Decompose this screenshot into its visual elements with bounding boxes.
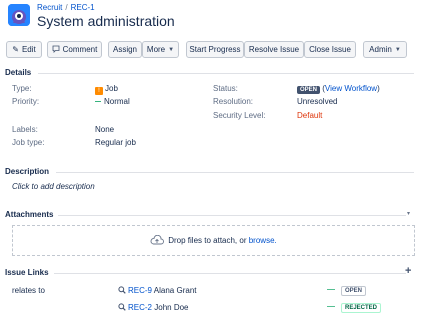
job-type-label: Job type: xyxy=(12,138,45,147)
type-value-text: Job xyxy=(105,84,118,93)
status-badge: OPEN xyxy=(341,286,367,296)
resolve-issue-button[interactable]: Resolve Issue xyxy=(244,41,304,58)
edit-button[interactable]: ✎ Edit xyxy=(6,41,42,58)
browse-link[interactable]: browse. xyxy=(249,236,277,245)
edit-label: Edit xyxy=(21,45,36,54)
workflow-paren-close: ) xyxy=(377,84,380,93)
attachments-divider xyxy=(58,215,406,216)
attachments-heading[interactable]: Attachments xyxy=(5,210,53,219)
search-issue-icon xyxy=(118,303,126,313)
linked-issue-key[interactable]: REC-2 xyxy=(128,303,152,312)
description-divider xyxy=(56,172,414,173)
breadcrumb-project[interactable]: Recruit xyxy=(37,3,62,12)
link-relation-label: relates to xyxy=(12,286,45,295)
security-level-label: Security Level: xyxy=(213,111,266,120)
linked-issue-priority: — xyxy=(327,285,335,294)
start-progress-button[interactable]: Start Progress xyxy=(186,41,244,58)
details-heading[interactable]: Details xyxy=(5,68,31,77)
description-placeholder[interactable]: Click to add description xyxy=(12,182,95,191)
job-type-value[interactable]: Regular job xyxy=(95,138,136,147)
chevron-down-icon: ▼ xyxy=(394,46,401,53)
project-avatar[interactable] xyxy=(8,4,30,26)
page-title[interactable]: System administration xyxy=(37,13,175,29)
drop-files-text: Drop files to attach, or xyxy=(168,236,247,245)
breadcrumb-issue-key[interactable]: REC-1 xyxy=(71,3,95,12)
close-issue-button[interactable]: Close Issue xyxy=(304,41,356,58)
search-issue-icon xyxy=(118,286,126,296)
linked-issue-row: REC-2 John Doe xyxy=(118,303,189,313)
resolution-label: Resolution: xyxy=(213,97,254,106)
priority-value[interactable]: Normal xyxy=(95,97,130,106)
resolution-value: Unresolved xyxy=(297,97,338,106)
status-value: OPEN (View Workflow) xyxy=(297,84,380,94)
view-workflow-link[interactable]: View Workflow xyxy=(325,84,377,93)
comment-button[interactable]: Comment xyxy=(47,41,102,58)
pencil-icon: ✎ xyxy=(12,45,19,54)
linked-issue-row: REC-9 Alana Grant xyxy=(118,286,197,296)
job-type-icon: ! xyxy=(95,87,103,95)
status-badge: OPEN xyxy=(297,86,321,94)
breadcrumb-separator: / xyxy=(65,3,68,12)
linked-issue-status: REJECTED xyxy=(341,302,382,313)
more-button[interactable]: More ▼ xyxy=(142,41,179,58)
close-issue-label: Close Issue xyxy=(309,45,351,54)
admin-button[interactable]: Admin ▼ xyxy=(363,41,407,58)
linked-issue-summary[interactable]: John Doe xyxy=(154,303,188,312)
linked-issue-priority: — xyxy=(327,302,335,311)
linked-issue-status: OPEN xyxy=(341,285,367,296)
admin-label: Admin xyxy=(369,45,392,54)
assign-label: Assign xyxy=(112,45,137,54)
add-link-plus-icon[interactable]: + xyxy=(405,265,411,277)
labels-label: Labels: xyxy=(12,125,38,134)
issue-links-heading[interactable]: Issue Links xyxy=(5,268,49,277)
breadcrumb: Recruit / REC-1 xyxy=(37,3,95,12)
type-label: Type: xyxy=(12,84,32,93)
priority-label: Priority: xyxy=(12,97,40,106)
status-label: Status: xyxy=(213,84,238,93)
linked-issue-key[interactable]: REC-9 xyxy=(128,286,152,295)
more-label: More xyxy=(146,45,166,54)
resolve-issue-label: Resolve Issue xyxy=(248,45,300,54)
details-divider xyxy=(38,73,414,74)
linked-issue-summary[interactable]: Alana Grant xyxy=(154,286,197,295)
priority-normal-icon xyxy=(95,100,101,102)
security-level-value[interactable]: Default xyxy=(297,111,322,120)
start-progress-label: Start Progress xyxy=(189,45,241,54)
cloud-upload-icon xyxy=(150,234,165,247)
issue-links-divider xyxy=(54,273,406,274)
chevron-down-icon: ▼ xyxy=(168,46,175,53)
description-heading[interactable]: Description xyxy=(5,167,49,176)
labels-value[interactable]: None xyxy=(95,125,114,134)
attachments-options-chevron-icon[interactable]: ▾ xyxy=(407,210,410,217)
status-badge: REJECTED xyxy=(341,303,382,313)
comment-label: Comment xyxy=(62,45,98,54)
assign-button[interactable]: Assign xyxy=(108,41,142,58)
type-value[interactable]: ! Job xyxy=(95,84,118,95)
attachment-dropzone[interactable]: Drop files to attach, or browse. xyxy=(12,225,415,256)
priority-value-text: Normal xyxy=(104,97,130,106)
comment-icon xyxy=(52,45,60,55)
